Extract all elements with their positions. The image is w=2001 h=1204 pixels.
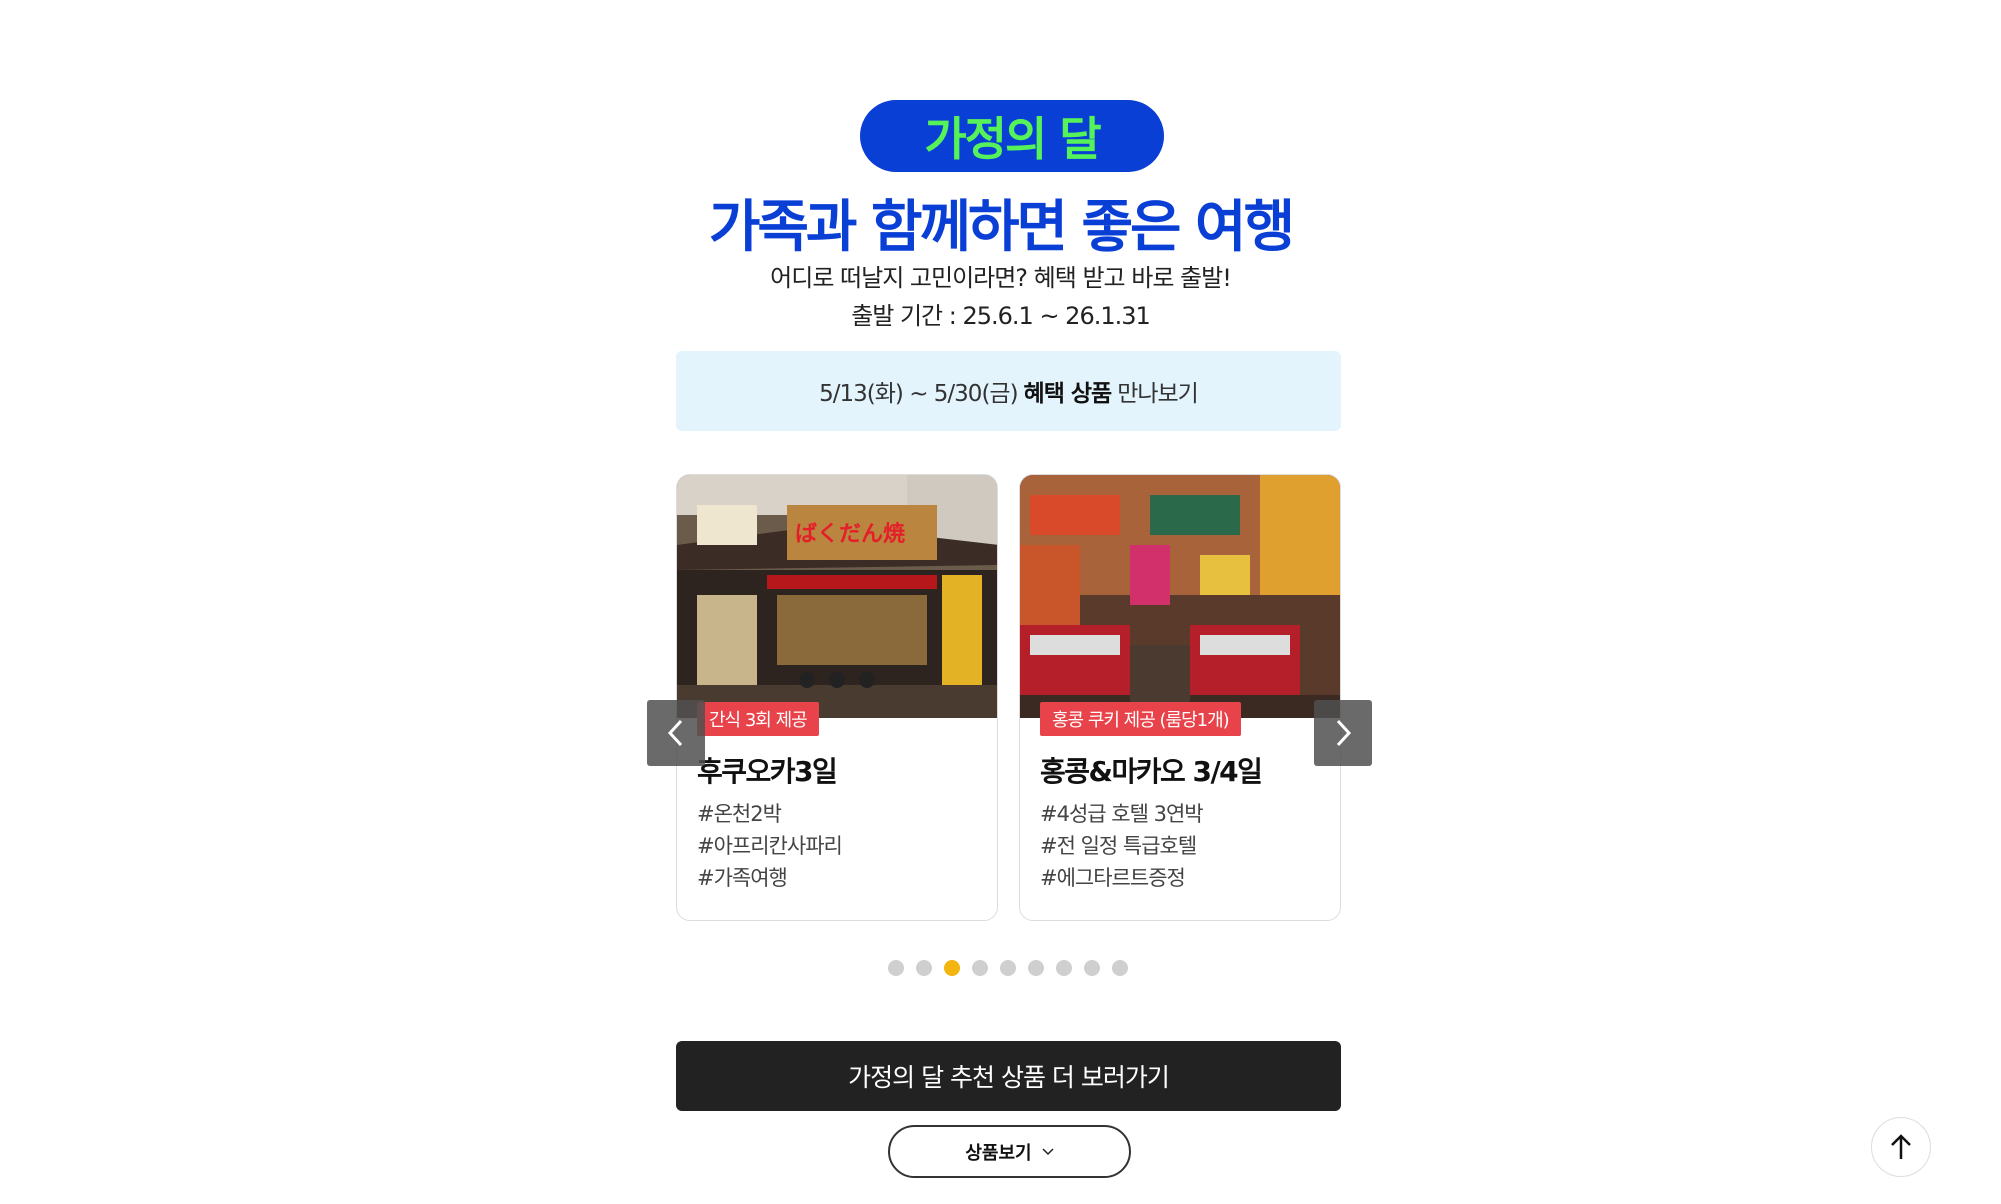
- pagination-dot[interactable]: [972, 960, 988, 976]
- hashtag: #4성급 호텔 3연박: [1040, 802, 1204, 826]
- card-title: 홍콩&마카오 3/4일: [1040, 755, 1263, 788]
- fukuoka-shop-photo: ばくだん焼: [677, 475, 997, 718]
- hashtag: #온천2박: [697, 802, 782, 826]
- benefit-tag: 간식 3회 제공: [697, 702, 819, 736]
- svg-text:ばくだん焼: ばくだん焼: [795, 521, 905, 547]
- chevron-right-icon: [1336, 719, 1352, 747]
- card-title: 후쿠오카3일: [697, 755, 838, 788]
- event-badge: 가정의 달: [860, 100, 1164, 172]
- product-card-fukuoka[interactable]: ばくだん焼 간식 3회 제공 후쿠오카3일 #온천2박 #아프리칸사파리 #가족…: [676, 474, 998, 921]
- benefit-banner[interactable]: 5/13(화) ~ 5/30(금) 혜택 상품 만나보기: [676, 351, 1341, 431]
- pagination-dot[interactable]: [944, 960, 960, 976]
- view-products-label: 상품보기: [965, 1142, 1032, 1164]
- pagination-dot[interactable]: [1000, 960, 1016, 976]
- badge-text: 가정의 달: [924, 112, 1101, 166]
- card-hashtags: #4성급 호텔 3연박 #전 일정 특급호텔 #에그타르트증정: [1040, 798, 1204, 894]
- carousel-next-button[interactable]: [1314, 700, 1372, 766]
- hongkong-street-photo: [1020, 475, 1340, 718]
- card-hashtags: #온천2박 #아프리칸사파리 #가족여행: [697, 798, 843, 894]
- banner-date-range: 5/13(화) ~ 5/30(금): [819, 381, 1018, 407]
- hashtag: #아프리칸사파리: [697, 834, 843, 858]
- departure-period: 출발 기간 : 25.6.1 ~ 26.1.31: [851, 302, 1151, 330]
- hashtag: #전 일정 특급호텔: [1040, 834, 1197, 858]
- pagination-dot[interactable]: [1112, 960, 1128, 976]
- carousel-pagination: [888, 960, 1128, 976]
- hashtag: #가족여행: [697, 866, 788, 890]
- chevron-left-icon: [667, 719, 683, 747]
- scroll-to-top-button[interactable]: [1871, 1117, 1931, 1177]
- arrow-up-icon: [1891, 1134, 1911, 1159]
- banner-bold-text: 혜택 상품: [1023, 381, 1113, 407]
- page-title: 가족과 함께하면 좋은 여행: [708, 195, 1295, 260]
- carousel-prev-button[interactable]: [647, 700, 705, 766]
- more-products-button[interactable]: 가정의 달 추천 상품 더 보러가기: [676, 1041, 1341, 1111]
- benefit-tag: 홍콩 쿠키 제공 (룸당1개): [1040, 702, 1241, 736]
- page: 가정의 달 가족과 함께하면 좋은 여행 어디로 떠날지 고민이라면? 혜택 받…: [0, 0, 2001, 1204]
- pagination-dot[interactable]: [916, 960, 932, 976]
- pagination-dot[interactable]: [1056, 960, 1072, 976]
- pagination-dot[interactable]: [888, 960, 904, 976]
- chevron-down-icon: [1042, 1147, 1054, 1155]
- hashtag: #에그타르트증정: [1040, 866, 1186, 890]
- view-products-button[interactable]: 상품보기: [888, 1125, 1131, 1178]
- pagination-dot[interactable]: [1084, 960, 1100, 976]
- subtitle: 어디로 떠날지 고민이라면? 혜택 받고 바로 출발!: [770, 264, 1232, 292]
- product-card-hongkong-macau[interactable]: 홍콩 쿠키 제공 (룸당1개) 홍콩&마카오 3/4일 #4성급 호텔 3연박 …: [1019, 474, 1341, 921]
- pagination-dot[interactable]: [1028, 960, 1044, 976]
- banner-suffix: 만나보기: [1117, 381, 1199, 407]
